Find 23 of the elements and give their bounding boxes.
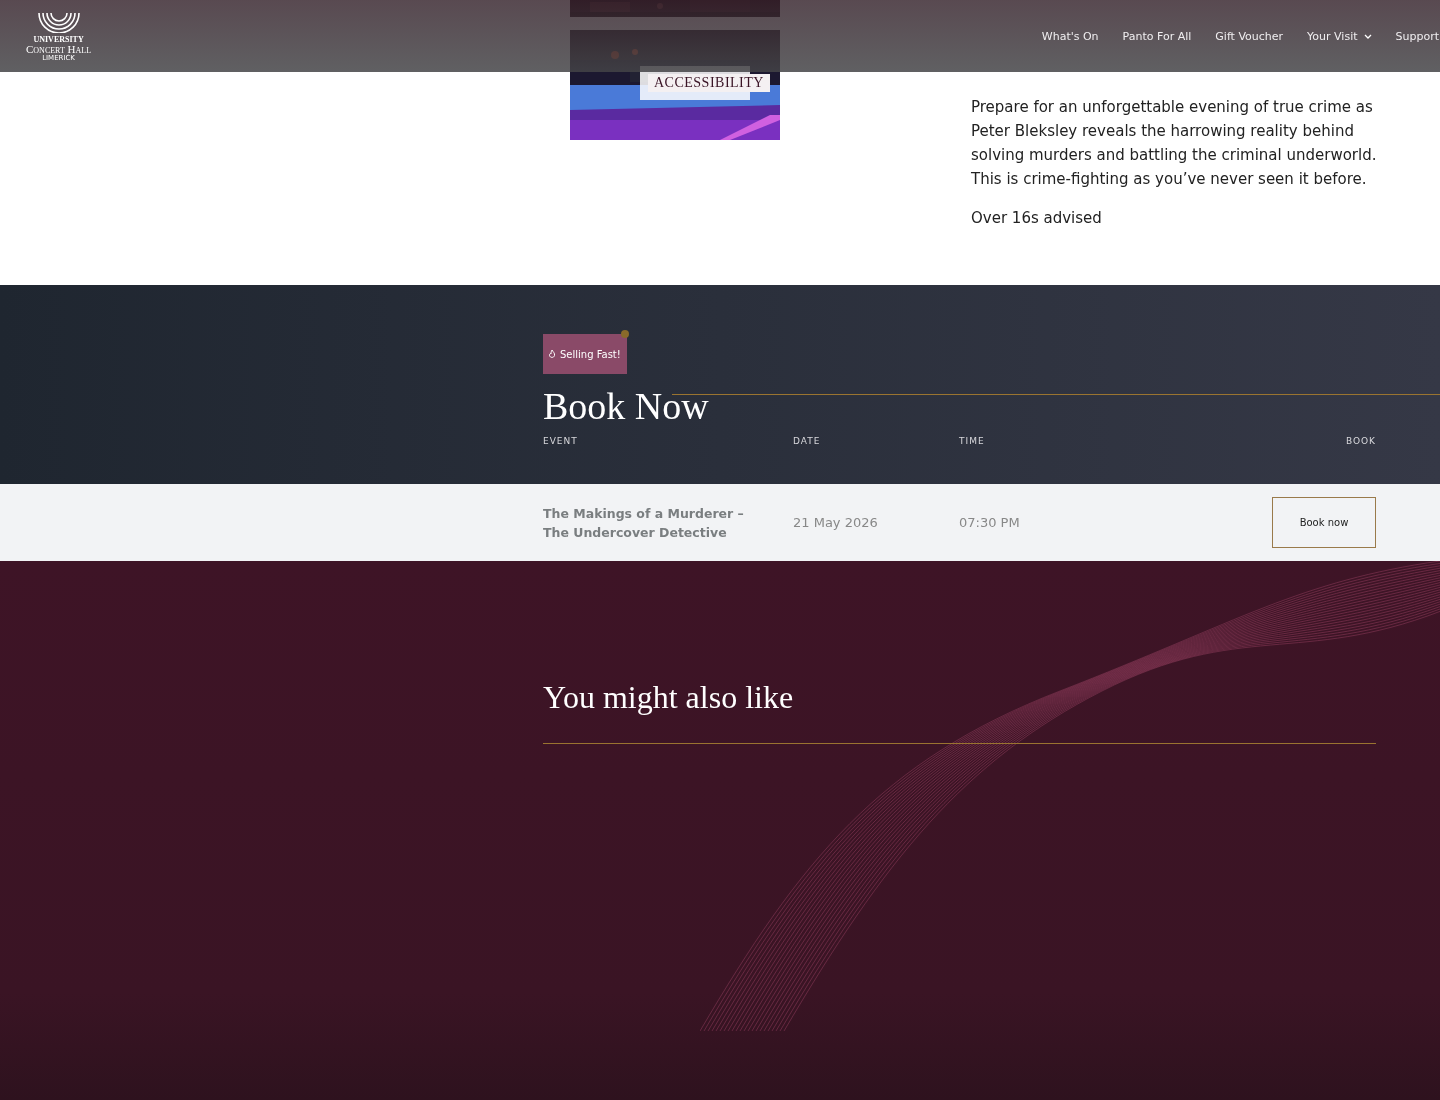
event-name: The Makings of a Murderer – The Undercover Detective bbox=[543, 504, 745, 542]
section-title: You might also like bbox=[543, 679, 795, 716]
nav-link[interactable]: Your Visit bbox=[1306, 29, 1373, 43]
description-paragraph: Over 16s advised bbox=[971, 208, 1103, 229]
banner-title: ACCESSIBILITY bbox=[648, 74, 770, 92]
nav-link[interactable]: What's On bbox=[1040, 29, 1100, 43]
column-header: DATE bbox=[793, 436, 822, 446]
chevron-down-icon bbox=[1363, 33, 1372, 39]
arches-icon bbox=[36, 10, 81, 33]
nav-link[interactable]: Gift Voucher bbox=[1214, 29, 1285, 43]
description-paragraph: Prepare for an unforgettable evening of true crime as Peter Bleksley reveals the harrowing reality behind solving murders and battling the criminal underworld. This is crime-fighting as you’ve never seen it before. bbox=[971, 97, 1378, 190]
event-time: 07:30 PM bbox=[959, 515, 1021, 530]
flame-icon bbox=[549, 350, 555, 358]
section-title: Book Now bbox=[543, 384, 710, 428]
column-header: TIME bbox=[959, 436, 986, 446]
badge-label: Selling Fast! bbox=[560, 348, 621, 360]
nav-link[interactable]: Panto For All bbox=[1121, 29, 1193, 43]
nav-link[interactable]: Support bbox=[1394, 29, 1440, 43]
column-header: EVENT bbox=[543, 436, 579, 446]
book-now-button[interactable]: Book now bbox=[1272, 497, 1376, 548]
column-header: BOOK bbox=[1345, 436, 1376, 446]
event-date: 21 May 2026 bbox=[793, 515, 879, 530]
pulse-dot bbox=[621, 330, 629, 338]
